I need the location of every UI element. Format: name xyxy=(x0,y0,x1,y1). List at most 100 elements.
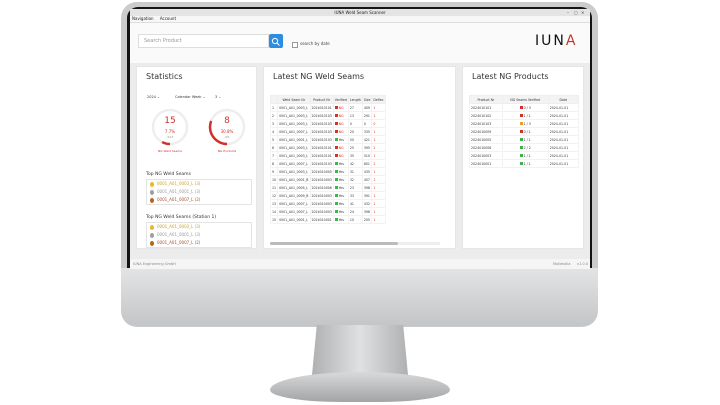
column-header[interactable]: Product Nr xyxy=(309,95,334,104)
ok-icon xyxy=(519,154,523,157)
row-index: 4 xyxy=(270,127,279,136)
table-row[interactable]: 15 0001_A01_0001_L 2024010001 Yes 10 205 1 xyxy=(270,215,386,224)
scrollbar-thumb[interactable] xyxy=(270,242,398,245)
product-nr: 2024010103 xyxy=(309,119,334,128)
date-cell: 2024-01-01 xyxy=(547,151,580,160)
column-header[interactable]: Product Nr xyxy=(469,95,503,104)
column-header[interactable]: Verified xyxy=(332,95,349,104)
ng-seams-verified: 1 / 1 xyxy=(501,111,549,120)
table-row[interactable]: 8 0001_A01_0007_L 2024010103 Yes 42 601 2 xyxy=(270,159,386,168)
table-row[interactable]: 2024010102 1 / 1 2024-01-01 xyxy=(469,111,580,120)
weld-seam-nr: 0001_A01_0007_L xyxy=(277,199,311,208)
column-header[interactable]: Length xyxy=(347,95,363,104)
verified-cell: Yes xyxy=(332,167,349,176)
date-cell: 2024-01-01 xyxy=(547,103,580,112)
row-index: 8 xyxy=(270,159,279,168)
product-nr: 2024010001 xyxy=(309,215,334,224)
product-nr: 2024010003 xyxy=(309,207,334,216)
table-row[interactable]: 2024010005 1 / 1 2024-01-01 xyxy=(469,135,580,144)
column-header[interactable]: NG Seams Verified xyxy=(501,95,549,104)
verified-cell: NG xyxy=(332,143,349,152)
week-select[interactable]: 3 ⌄ xyxy=(215,95,221,99)
verified-count: 2 / 2 xyxy=(523,145,531,150)
verified-count: 1 / 1 xyxy=(523,161,531,166)
product-nr: 2024010003 xyxy=(469,151,503,160)
table-row[interactable]: 2024010003 1 / 1 2024-01-01 xyxy=(469,151,580,160)
table-row[interactable]: 1 0001_A01_0003_L 2024010101 NG 27 409 1 xyxy=(270,103,386,112)
ng-icon xyxy=(334,114,338,117)
close-button[interactable]: ✕ xyxy=(581,10,584,15)
table-row[interactable]: 10 0001_A01_0001_B 2024010003 Yes 32 457 1 xyxy=(270,175,386,184)
table-row[interactable]: 13 0001_A01_0007_L 2024010003 Yes 41 432 1 xyxy=(270,199,386,208)
menu-navigation[interactable]: Navigation xyxy=(132,16,154,21)
column-header[interactable] xyxy=(270,95,279,104)
horizontal-scrollbar[interactable] xyxy=(270,242,440,245)
maximize-button[interactable]: ▢ xyxy=(574,10,578,15)
deflection-cell: 1 xyxy=(371,103,386,112)
size-cell: 335 xyxy=(361,127,373,136)
table-row[interactable]: 6 0001_A01_0003_L 2024010101 NG 25 395 2 xyxy=(270,143,386,152)
column-header[interactable]: Weld Seam Nr xyxy=(277,95,311,104)
monitor-chin xyxy=(121,268,598,326)
row-index: 13 xyxy=(270,199,279,208)
table-row[interactable]: 11 0001_A01_0005_L 2024010006 Yes 23 398 1 xyxy=(270,183,386,192)
length-cell: 50 xyxy=(347,135,363,144)
weld-seams-panel: Latest NG Weld Seams Weld Seam Nr Product… xyxy=(263,66,456,249)
table-row[interactable]: 12 0001_A01_0009_B 2024010003 Yes 33 391 1 xyxy=(270,191,386,200)
list-item[interactable]: 0001_A01_0007_L (2) xyxy=(147,196,251,204)
verified-cell: Yes xyxy=(332,191,349,200)
weld-seam-nr: 0001_A01_0003_L xyxy=(277,119,311,128)
gauge-ring xyxy=(151,108,189,146)
verified-cell: Yes xyxy=(332,199,349,208)
verified-count: 0 / 1 xyxy=(523,129,531,134)
table-row[interactable]: 2024010103 1 / 3 2024-01-01 xyxy=(469,119,580,128)
table-row[interactable]: 5 0001_A01_0001_L 2024010103 Yes 50 421 1 xyxy=(270,135,386,144)
ok-icon xyxy=(519,138,523,141)
search-by-date-label: search by date xyxy=(300,41,330,46)
product-nr: 2024010003 xyxy=(309,175,334,184)
verified-text: Yes xyxy=(338,209,344,214)
top-seams-title: Top NG Weld Seams xyxy=(146,172,191,177)
date-cell: 2024-01-01 xyxy=(547,135,580,144)
search-by-date-checkbox[interactable] xyxy=(292,42,298,48)
column-header[interactable]: Date xyxy=(547,95,580,104)
list-item[interactable]: 0001_A01_0007_L (2) xyxy=(147,239,251,247)
year-select[interactable]: 2024 ⌄ xyxy=(147,95,160,99)
list-item[interactable]: 0001_A01_0003_L (3) xyxy=(147,223,251,231)
column-header[interactable]: Deflec xyxy=(371,95,386,104)
table-row[interactable]: 4 0001_A01_0007_L 2024010103 NG 20 335 1 xyxy=(270,127,386,136)
table-row[interactable]: 9 0001_A01_0003_L 2024010005 Yes 31 435 1 xyxy=(270,167,386,176)
period-select[interactable]: Calendar Week ⌄ xyxy=(175,95,206,99)
list-item[interactable]: 0001_A01_0001_L (3) xyxy=(147,231,251,239)
table-row[interactable]: 14 0001_A01_0007_L 2024010003 Yes 24 396 1 xyxy=(270,207,386,216)
length-cell: 27 xyxy=(347,103,363,112)
ng-seams-verified: 1 / 1 xyxy=(501,151,549,160)
deflection-cell: 1 xyxy=(371,191,386,200)
table-row[interactable]: 2024010009 0 / 1 2024-01-01 xyxy=(469,127,580,136)
column-header[interactable]: Size xyxy=(361,95,373,104)
length-cell: 13 xyxy=(347,111,363,120)
product-nr: 2024010005 xyxy=(469,135,503,144)
menu-account[interactable]: Account xyxy=(160,16,176,21)
table-row[interactable]: 3 0001_A01_0003_L 2024010103 NG 0 0 0 xyxy=(270,119,386,128)
verified-cell: NG xyxy=(332,111,349,120)
minimize-button[interactable]: – xyxy=(567,10,569,15)
ok-icon xyxy=(334,202,338,205)
list-item[interactable]: 0001_A01_0001_L (3) xyxy=(147,188,251,196)
table-row[interactable]: 2024010001 1 / 1 2024-01-01 xyxy=(469,159,580,168)
list-item[interactable]: 0001_A01_0003_L (3) xyxy=(147,180,251,188)
weld-seam-nr: 0001_A01_0007_L xyxy=(277,159,311,168)
table-row[interactable]: 2024010006 2 / 2 2024-01-01 xyxy=(469,143,580,152)
search-input[interactable]: Search Product xyxy=(138,34,269,48)
table-row[interactable]: 2024010101 0 / 3 2024-01-01 xyxy=(469,103,580,112)
size-cell: 291 xyxy=(361,111,373,120)
verified-text: NG xyxy=(338,105,344,110)
product-nr: 2024010003 xyxy=(309,191,334,200)
product-nr: 2024010102 xyxy=(469,111,503,120)
ng-products-gauge: 8 30.8% /26 NG Products xyxy=(207,107,247,153)
size-cell: 457 xyxy=(361,175,373,184)
search-button[interactable] xyxy=(269,34,283,48)
ng-seams-label: NG Weld Seams xyxy=(158,149,182,153)
table-row[interactable]: 7 0001_A01_0003_L 2024010101 NG 35 510 1 xyxy=(270,151,386,160)
table-row[interactable]: 2 0001_A01_0003_L 2024010103 NG 13 291 1 xyxy=(270,111,386,120)
